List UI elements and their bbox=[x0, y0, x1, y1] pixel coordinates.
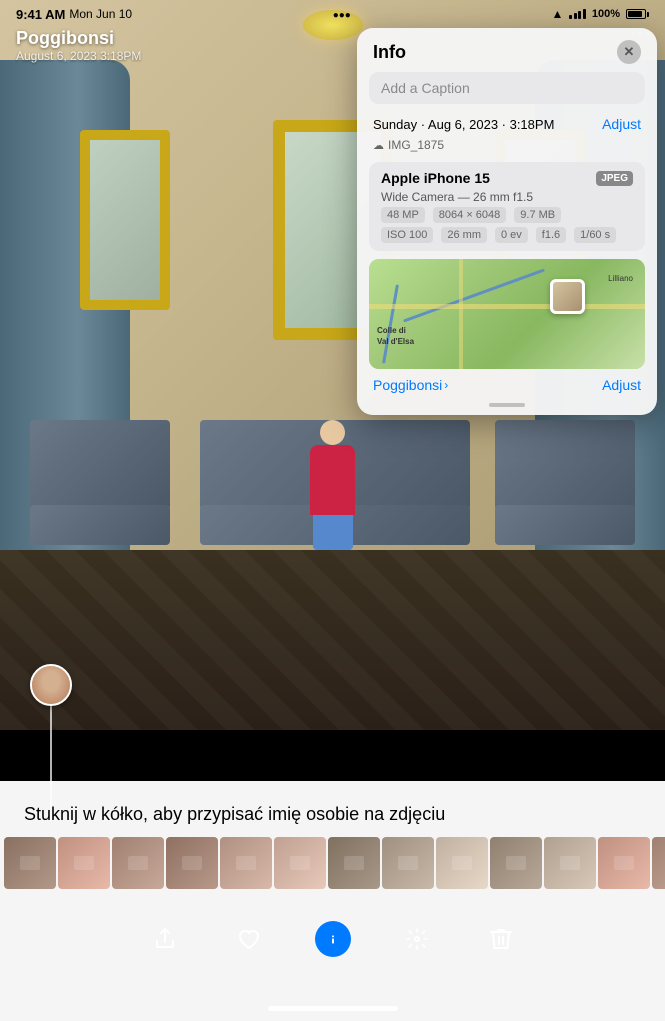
bench-right-seat bbox=[495, 505, 635, 545]
filename-row: ☁ IMG_1875 bbox=[357, 136, 657, 158]
face-recognition-circle[interactable] bbox=[30, 664, 72, 706]
status-date: Mon Jun 10 bbox=[69, 7, 132, 21]
specs-row-2: ISO 100 26 mm 0 ev f1.6 1/60 s bbox=[381, 227, 633, 243]
bench-right-back bbox=[495, 420, 635, 510]
spec-shutter: 1/60 s bbox=[574, 227, 616, 243]
bottom-area: Stuknij w kółko, aby przypisać imię osob… bbox=[0, 781, 665, 1021]
spec-focal: 26 mm bbox=[441, 227, 487, 243]
date-row: Sunday · Aug 6, 2023 · 3:18PM Adjust bbox=[357, 112, 657, 136]
battery-percent: 100% bbox=[592, 8, 620, 20]
map-section[interactable]: Colle diVal d'Elsa Lilliano bbox=[369, 259, 645, 369]
person-figure bbox=[303, 420, 363, 520]
info-circle bbox=[315, 921, 351, 957]
chevron-right-icon: › bbox=[444, 378, 448, 392]
close-button[interactable]: ✕ bbox=[617, 40, 641, 64]
device-name: Apple iPhone 15 bbox=[381, 170, 490, 186]
bench-left-back bbox=[30, 420, 170, 510]
spec-resolution: 8064 × 6048 bbox=[433, 207, 506, 223]
home-indicator bbox=[268, 1006, 398, 1011]
share-button[interactable] bbox=[147, 921, 183, 957]
spec-mp: 48 MP bbox=[381, 207, 425, 223]
spec-exposure: 0 ev bbox=[495, 227, 528, 243]
filter-button[interactable] bbox=[399, 921, 435, 957]
device-section: Apple iPhone 15 JPEG Wide Camera — 26 mm… bbox=[369, 162, 645, 251]
specs-row: 48 MP 8064 × 6048 9.7 MB bbox=[381, 207, 633, 223]
bench-left-seat bbox=[30, 505, 170, 545]
like-button[interactable] bbox=[231, 921, 267, 957]
battery-icon bbox=[626, 9, 649, 19]
map-adjust-button[interactable]: Adjust bbox=[602, 377, 641, 393]
device-name-row: Apple iPhone 15 JPEG bbox=[381, 170, 633, 186]
film-thumb[interactable] bbox=[112, 837, 164, 889]
caption-input[interactable]: Add a Caption bbox=[369, 72, 645, 104]
info-button[interactable] bbox=[315, 921, 351, 957]
map-label-lilliano: Lilliano bbox=[608, 274, 633, 283]
film-thumb[interactable] bbox=[4, 837, 56, 889]
date-adjust-button[interactable]: Adjust bbox=[602, 116, 641, 132]
spec-filesize: 9.7 MB bbox=[514, 207, 561, 223]
face-thumbnail bbox=[32, 666, 70, 704]
wifi-icon: ▲ bbox=[551, 7, 563, 21]
film-thumb[interactable] bbox=[166, 837, 218, 889]
map-photo-pin bbox=[550, 279, 585, 314]
status-time: 9:41 AM bbox=[16, 7, 65, 22]
caption-text-area: Stuknij w kółko, aby przypisać imię osob… bbox=[0, 781, 665, 828]
signal-icon bbox=[569, 9, 586, 19]
film-thumb[interactable] bbox=[490, 837, 542, 889]
map-location-name[interactable]: Poggibonsi › bbox=[373, 377, 448, 393]
photo-title: Poggibonsi bbox=[16, 28, 141, 49]
mirror-left bbox=[80, 130, 170, 310]
format-badge: JPEG bbox=[596, 171, 633, 186]
film-thumb[interactable] bbox=[652, 837, 665, 889]
spec-iso: ISO 100 bbox=[381, 227, 433, 243]
face-annotation-line bbox=[50, 705, 52, 821]
info-title: Info bbox=[373, 42, 406, 63]
floor bbox=[0, 550, 665, 730]
info-panel-header: Info ✕ bbox=[357, 28, 657, 72]
filmstrip[interactable] bbox=[0, 835, 665, 891]
film-thumb[interactable] bbox=[220, 837, 272, 889]
face-instruction-text: Stuknij w kółko, aby przypisać imię osob… bbox=[24, 801, 641, 828]
film-thumb[interactable] bbox=[274, 837, 326, 889]
spec-aperture: f1.6 bbox=[536, 227, 566, 243]
photo-title-area: Poggibonsi August 6, 2023 3:18PM bbox=[16, 28, 141, 63]
film-thumb[interactable] bbox=[328, 837, 380, 889]
status-bar: 9:41 AM Mon Jun 10 ●●● ▲ 100% bbox=[0, 0, 665, 28]
drag-handle bbox=[489, 403, 525, 407]
caption-placeholder: Add a Caption bbox=[381, 80, 470, 96]
status-right: ▲ 100% bbox=[551, 7, 649, 21]
map-background: Colle diVal d'Elsa Lilliano bbox=[369, 259, 645, 369]
info-panel: Info ✕ Add a Caption Sunday · Aug 6, 202… bbox=[357, 28, 657, 415]
film-thumb[interactable] bbox=[598, 837, 650, 889]
cloud-icon: ☁ bbox=[373, 139, 384, 152]
camera-spec: Wide Camera — 26 mm f1.5 bbox=[381, 190, 633, 204]
film-thumb[interactable] bbox=[544, 837, 596, 889]
film-thumb[interactable] bbox=[436, 837, 488, 889]
toolbar bbox=[0, 911, 665, 966]
filename: IMG_1875 bbox=[388, 138, 444, 152]
map-location-row: Poggibonsi › Adjust bbox=[357, 373, 657, 397]
photo-subtitle: August 6, 2023 3:18PM bbox=[16, 49, 141, 63]
date-time: Sunday · Aug 6, 2023 · 3:18PM bbox=[373, 117, 554, 132]
delete-button[interactable] bbox=[483, 921, 519, 957]
film-thumb[interactable] bbox=[382, 837, 434, 889]
film-thumb[interactable] bbox=[58, 837, 110, 889]
